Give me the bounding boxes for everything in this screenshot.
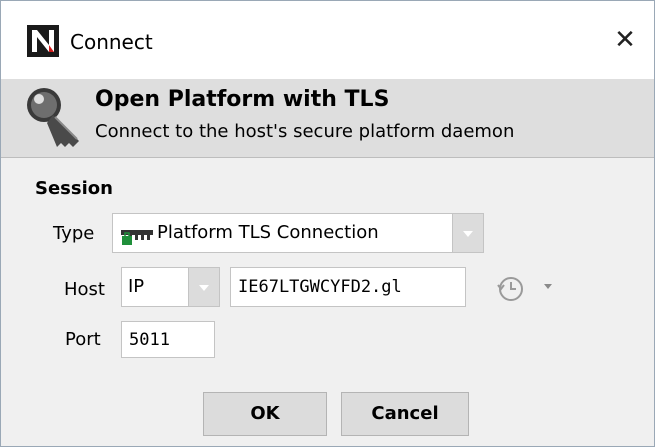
host-input-value: IE67LTGWCYFD2.gl bbox=[238, 277, 402, 297]
history-dropdown-arrow[interactable] bbox=[544, 284, 552, 289]
close-button[interactable]: ✕ bbox=[608, 23, 642, 57]
niagara-n-icon bbox=[27, 25, 59, 57]
ok-button[interactable]: OK bbox=[203, 392, 327, 436]
window-title: Connect bbox=[70, 30, 153, 54]
port-label: Port bbox=[65, 329, 101, 350]
header-title: Open Platform with TLS bbox=[95, 87, 390, 112]
session-section-label: Session bbox=[35, 178, 113, 199]
key-icon bbox=[27, 88, 79, 147]
host-label: Host bbox=[64, 279, 105, 300]
host-mode-value: IP bbox=[128, 276, 145, 297]
port-input[interactable]: 5011 bbox=[121, 321, 215, 358]
platform-key-icon bbox=[121, 230, 153, 245]
header-subtitle: Connect to the host's secure platform da… bbox=[95, 121, 515, 142]
connect-dialog: Connect ✕ Open Platform with TLS Connect… bbox=[0, 0, 655, 447]
title-bar: Connect ✕ bbox=[1, 1, 654, 79]
host-input[interactable]: IE67LTGWCYFD2.gl bbox=[230, 267, 466, 307]
type-dropdown-arrow[interactable] bbox=[452, 214, 483, 252]
type-value: Platform TLS Connection bbox=[157, 222, 379, 243]
cancel-button[interactable]: Cancel bbox=[341, 392, 469, 436]
type-label: Type bbox=[53, 223, 95, 244]
port-input-value: 5011 bbox=[129, 330, 170, 350]
host-mode-dropdown-arrow[interactable] bbox=[188, 268, 219, 306]
history-clock-icon[interactable] bbox=[495, 273, 527, 305]
type-select[interactable]: Platform TLS Connection bbox=[112, 213, 484, 253]
host-mode-select[interactable]: IP bbox=[121, 267, 220, 307]
